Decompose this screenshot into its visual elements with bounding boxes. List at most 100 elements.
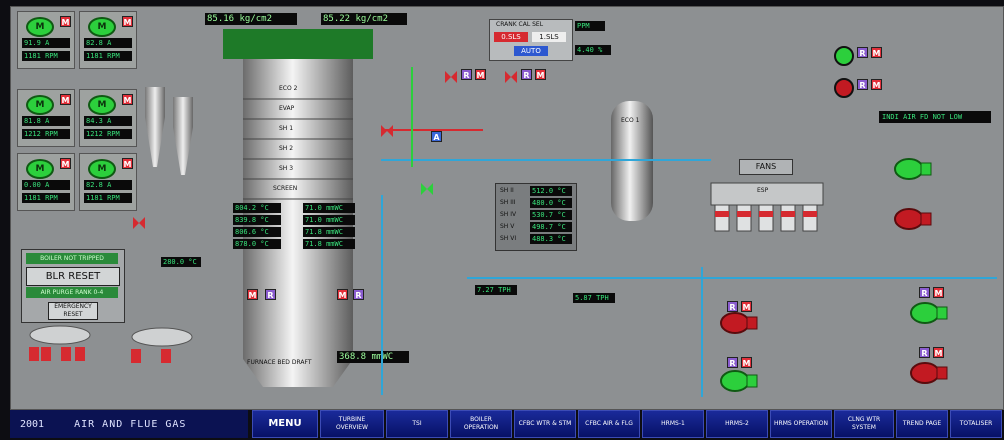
crank-selector[interactable]: CRANK CAL SEL 0.SLS 1.SLS AUTO [489, 19, 573, 61]
remote-button[interactable]: R [919, 287, 930, 298]
pump-box-4[interactable]: M M 84.3 A 1212 RPM [79, 89, 137, 147]
fans-button[interactable]: FANS [739, 159, 793, 175]
remote-button[interactable]: R [461, 69, 472, 80]
pump-box-3[interactable]: M M 81.8 A 1212 RPM [17, 89, 75, 147]
remote-button[interactable]: R [857, 47, 868, 58]
pump-rpm: 1212 RPM [84, 129, 132, 139]
manual-button[interactable]: M [60, 94, 71, 105]
manual-button[interactable]: M [475, 69, 486, 80]
ash-temp: 280.0 °C [161, 257, 201, 267]
manual-button[interactable]: M [741, 301, 752, 312]
remote-button[interactable]: R [727, 357, 738, 368]
temp-readout: 878.0 °C [233, 239, 281, 249]
water-pipe [381, 159, 711, 161]
nav-hrms-1[interactable]: HRMS-1 [642, 410, 704, 438]
damper-open-icon[interactable] [833, 45, 855, 67]
manual-button[interactable]: M [933, 287, 944, 298]
section-label: SH 3 [279, 165, 294, 172]
manual-button[interactable]: M [741, 357, 752, 368]
nav-hrms-operation[interactable]: HRMS OPERATION [770, 410, 832, 438]
ppm-label: PPM [575, 21, 605, 31]
nav-turbine-overview[interactable]: TURBINE OVERVIEW [320, 410, 384, 438]
valve-icon[interactable] [505, 71, 517, 83]
remote-button[interactable]: R [919, 347, 930, 358]
fan-green-icon[interactable] [909, 301, 949, 325]
boiler-reset-button[interactable]: BLR RESET [26, 267, 120, 286]
remote-button[interactable]: R [353, 289, 364, 300]
section-label: SCREEN [273, 185, 298, 192]
boiler-status: BOILER NOT TRIPPED [26, 253, 118, 264]
remote-button[interactable]: R [857, 79, 868, 90]
furnace-bottom-label: FURNACE BED DRAFT [247, 359, 312, 366]
manual-button[interactable]: M [247, 289, 258, 300]
pump-amps: 82.8 A [84, 180, 132, 190]
fan-green-icon[interactable] [719, 369, 759, 393]
nav-trend-page[interactable]: TREND PAGE [896, 410, 948, 438]
nav-cfbc-wtr-stm[interactable]: CFBC WTR & STM [514, 410, 576, 438]
water-pipe [701, 267, 703, 397]
pump-box-5[interactable]: M M 0.00 A 1181 RPM [17, 153, 75, 211]
remote-button[interactable]: R [521, 69, 532, 80]
pump-rpm: 1181 RPM [84, 51, 132, 61]
table-row: SH II [500, 187, 514, 194]
section-label: SH 1 [279, 125, 294, 132]
manual-button[interactable]: M [535, 69, 546, 80]
nav-cfbc-air-flg[interactable]: CFBC AIR & FLG [578, 410, 640, 438]
bed-draft-value: 368.8 mmWC [337, 351, 409, 363]
pump-amps: 91.9 A [22, 38, 70, 48]
menu-button[interactable]: MENU [252, 410, 318, 438]
valve-icon[interactable] [421, 183, 433, 195]
table-cell: 480.0 °C [530, 198, 572, 208]
pump-rpm: 1181 RPM [22, 193, 70, 203]
valve-icon[interactable] [381, 125, 393, 137]
damper-closed-icon[interactable] [833, 77, 855, 99]
pump-amps: 81.8 A [22, 116, 70, 126]
fan-red-icon[interactable] [909, 361, 949, 385]
pump-amps: 84.3 A [84, 116, 132, 126]
pump-box-2[interactable]: M M 82.8 A 1181 RPM [79, 11, 137, 69]
manual-button[interactable]: M [60, 158, 71, 169]
motor-icon: M [88, 159, 116, 179]
fan-red-icon[interactable] [719, 311, 759, 335]
table-cell: 488.3 °C [530, 234, 572, 244]
selector-white[interactable]: 1.SLS [532, 32, 566, 42]
pump-rpm: 1181 RPM [84, 193, 132, 203]
section-label: EVAP [279, 105, 295, 112]
manual-button[interactable]: M [871, 79, 882, 90]
nav-clng-wtr-system[interactable]: CLNG WTR SYSTEM [834, 410, 894, 438]
page-title-bar: 2001 AIR AND FLUE GAS [10, 410, 248, 438]
auto-button[interactable]: AUTO [514, 46, 548, 56]
section-label: SH 2 [279, 145, 294, 152]
manual-button[interactable]: M [122, 16, 133, 27]
manual-button[interactable]: M [60, 16, 71, 27]
auto-mode-button[interactable]: A [431, 131, 442, 142]
manual-button[interactable]: M [122, 158, 133, 169]
fan-green-icon[interactable] [893, 157, 933, 181]
purge-status: AIR PURGE RANK 0-4 [26, 287, 118, 298]
table-row: SH IV [500, 211, 517, 218]
nav-tsi[interactable]: TSI [386, 410, 448, 438]
fan-red-icon[interactable] [893, 207, 933, 231]
water-pipe [467, 277, 997, 279]
valve-icon[interactable] [133, 217, 145, 229]
table-row: SH III [500, 199, 516, 206]
nav-hrms-2[interactable]: HRMS-2 [706, 410, 768, 438]
table-cell: 512.0 °C [530, 186, 572, 196]
nav-totaliser[interactable]: TOTALISER [950, 410, 1002, 438]
pump-box-1[interactable]: M M 91.9 A 1181 RPM [17, 11, 75, 69]
manual-button[interactable]: M [871, 47, 882, 58]
selector-red[interactable]: 0.SLS [494, 32, 528, 42]
pump-box-6[interactable]: M M 82.8 A 1181 RPM [79, 153, 137, 211]
manual-button[interactable]: M [337, 289, 348, 300]
temp-readout: 806.6 °C [233, 227, 281, 237]
remote-button[interactable]: R [265, 289, 276, 300]
motor-icon: M [26, 159, 54, 179]
valve-icon[interactable] [445, 71, 457, 83]
manual-button[interactable]: M [933, 347, 944, 358]
motor-icon: M [88, 17, 116, 37]
manual-button[interactable]: M [122, 94, 133, 105]
emergency-reset-button[interactable]: EMERGENCY RESET [48, 302, 98, 320]
remote-button[interactable]: R [727, 301, 738, 312]
nav-boiler-operation[interactable]: BOILER OPERATION [450, 410, 512, 438]
flow-readout-left: 7.27 TPH [475, 285, 517, 295]
